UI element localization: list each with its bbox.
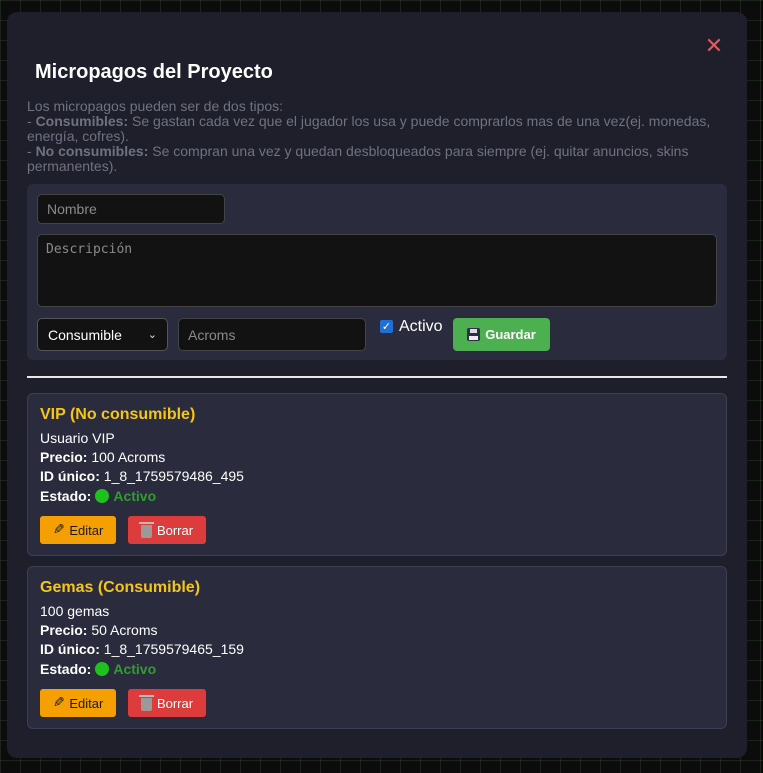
item-status-row: Estado: Activo	[40, 488, 156, 504]
micropayment-card: Gemas (Consumible) 100 gemas Precio: 50 …	[27, 566, 727, 729]
trash-icon	[138, 521, 154, 538]
item-title: Gemas (Consumible)	[40, 579, 201, 596]
item-price: 50 Acroms	[91, 622, 158, 638]
chevron-down-icon: ⌄	[147, 329, 157, 341]
green-circle-icon	[95, 489, 110, 503]
save-button[interactable]: Guardar	[453, 318, 550, 351]
item-description: 100 gemas	[40, 603, 110, 619]
item-price-row: Precio: 50 Acroms	[40, 622, 158, 638]
delete-button[interactable]: Borrar	[128, 516, 206, 544]
edit-button-label: Editar	[69, 522, 104, 538]
edit-button[interactable]: ✎ Editar	[40, 689, 116, 717]
active-checkbox-label[interactable]: Activo	[399, 318, 443, 336]
green-circle-icon	[95, 662, 110, 676]
edit-button-label: Editar	[69, 695, 104, 711]
intro-text: Los micropagos pueden ser de dos tipos:	[27, 98, 284, 114]
item-title: VIP (No consumible)	[40, 406, 196, 423]
micropayments-modal: ✕ Micropagos del Proyecto Los micropagos…	[7, 12, 747, 758]
edit-button[interactable]: ✎ Editar	[40, 516, 116, 544]
micropayments-description: Los micropagos pueden ser de dos tipos: …	[27, 99, 727, 174]
item-price: 100 Acroms	[91, 449, 166, 465]
status-label: Estado:	[40, 661, 92, 677]
delete-button[interactable]: Borrar	[128, 689, 206, 717]
item-description: Usuario VIP	[40, 430, 115, 446]
trash-icon	[138, 694, 154, 711]
divider	[27, 376, 727, 378]
delete-button-label: Borrar	[156, 695, 194, 711]
item-id-row: ID único: 1_8_1759579486_495	[40, 468, 244, 484]
modal-title: Micropagos del Proyecto	[35, 61, 273, 83]
price-input[interactable]	[178, 318, 366, 351]
active-checkbox[interactable]: ✓	[380, 320, 393, 333]
close-icon[interactable]: ✕	[703, 36, 725, 58]
item-status-row: Estado: Activo	[40, 661, 156, 677]
price-label: Precio:	[40, 449, 88, 465]
status-badge: Activo	[113, 488, 157, 504]
consumable-text: Se gastan cada vez que el jugador los us…	[27, 113, 711, 144]
description-textarea[interactable]	[37, 234, 717, 307]
type-select[interactable]: Consumible ⌄	[37, 318, 168, 351]
type-select-value: Consumible	[48, 326, 122, 343]
name-input[interactable]	[37, 194, 225, 224]
id-label: ID único:	[40, 468, 100, 484]
pencil-icon: ✎	[52, 695, 65, 711]
new-micropayment-form: Consumible ⌄ ✓ Activo Guardar	[27, 184, 727, 360]
micropayment-card: VIP (No consumible) Usuario VIP Precio: …	[27, 393, 727, 556]
consumable-explanation: - Consumibles: Se gastan cada vez que el…	[27, 113, 711, 144]
id-label: ID único:	[40, 641, 100, 657]
status-label: Estado:	[40, 488, 92, 504]
delete-button-label: Borrar	[156, 522, 194, 538]
consumable-label: Consumibles:	[35, 113, 129, 129]
item-id: 1_8_1759579486_495	[103, 468, 244, 484]
nonconsumable-explanation: - No consumibles: Se compran una vez y q…	[27, 143, 689, 174]
status-badge: Activo	[113, 661, 157, 677]
save-button-label: Guardar	[485, 327, 536, 342]
item-id-row: ID único: 1_8_1759579465_159	[40, 641, 244, 657]
price-label: Precio:	[40, 622, 88, 638]
pencil-icon: ✎	[52, 522, 65, 538]
item-id: 1_8_1759579465_159	[103, 641, 244, 657]
nonconsumable-label: No consumibles:	[35, 143, 149, 159]
floppy-disk-icon	[467, 328, 481, 341]
item-price-row: Precio: 100 Acroms	[40, 449, 165, 465]
